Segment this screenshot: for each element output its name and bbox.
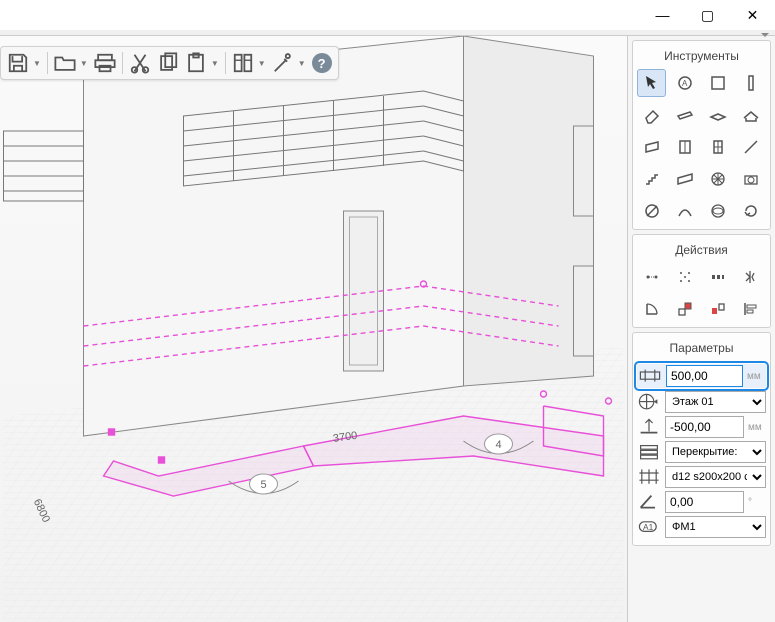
thickness-input[interactable] — [666, 365, 743, 387]
open-button[interactable] — [54, 52, 76, 74]
stretch-action[interactable] — [704, 295, 733, 323]
select-tool[interactable] — [637, 69, 666, 97]
paste-dropdown-icon[interactable]: ▼ — [211, 59, 219, 68]
param-mark-row: A1 ФМ1 — [637, 516, 766, 538]
param-rebar-row: d12 s200x200 c — [637, 466, 766, 488]
params-panel: Параметры мм Этаж 01 мм Перекрытие: — [632, 332, 771, 546]
array-action[interactable] — [670, 263, 699, 291]
right-sidebar: Инструменты A — [627, 36, 775, 622]
type-select[interactable]: Перекрытие: — [665, 441, 766, 463]
print-button[interactable] — [94, 52, 116, 74]
separator — [225, 52, 226, 74]
slab-tool[interactable] — [704, 101, 733, 129]
rebar-select[interactable]: d12 s200x200 c — [665, 466, 766, 488]
param-angle-row: ° — [637, 491, 766, 513]
floor-select[interactable]: Этаж 01 — [665, 391, 766, 413]
stair-tool[interactable] — [637, 165, 666, 193]
ramp-tool[interactable] — [670, 165, 699, 193]
maximize-button[interactable]: ▢ — [685, 0, 730, 30]
eraser-tool[interactable] — [637, 101, 666, 129]
window-titlebar: — ▢ ✕ — [0, 0, 775, 30]
tools-panel: Инструменты A — [632, 40, 771, 230]
mirror-action[interactable] — [737, 263, 766, 291]
layers-button[interactable] — [232, 52, 254, 74]
params-panel-title: Параметры — [637, 337, 766, 361]
rebar-icon — [637, 466, 661, 488]
tools-panel-title: Инструменты — [637, 45, 766, 69]
elevation-icon — [637, 416, 661, 438]
curve-tool[interactable] — [670, 197, 699, 225]
minimize-button[interactable]: — — [640, 0, 685, 30]
unit-mm: мм — [747, 371, 765, 382]
close-button[interactable]: ✕ — [730, 0, 775, 30]
wall-tool[interactable] — [704, 69, 733, 97]
thickness-icon — [638, 365, 662, 387]
roof-tool[interactable] — [737, 101, 766, 129]
save-dropdown-icon[interactable]: ▼ — [33, 59, 41, 68]
settings-button[interactable] — [272, 52, 294, 74]
viewport-3d[interactable]: ▼ ▼ ▼ ▼ — [0, 36, 627, 622]
rotate-tool[interactable] — [737, 197, 766, 225]
separator — [122, 52, 123, 74]
line-tool[interactable] — [737, 133, 766, 161]
param-type-row: Перекрытие: — [637, 441, 766, 463]
align-action[interactable] — [737, 295, 766, 323]
actions-panel-title: Действия — [637, 239, 766, 263]
rotate-action[interactable] — [637, 295, 666, 323]
beam-tool[interactable] — [670, 101, 699, 129]
mesh-tool[interactable] — [704, 165, 733, 193]
unit-mm: мм — [748, 422, 766, 433]
open-dropdown-icon[interactable]: ▼ — [80, 59, 88, 68]
cut-button[interactable] — [129, 52, 151, 74]
distribute-action[interactable] — [704, 263, 733, 291]
svg-text:A1: A1 — [643, 523, 654, 533]
building-model: 5 4 3700 6800 — [0, 36, 627, 622]
unit-degree: ° — [748, 497, 766, 508]
door-tool[interactable] — [704, 133, 733, 161]
section-tool[interactable] — [637, 197, 666, 225]
help-button[interactable]: ? — [312, 53, 332, 73]
floor-icon — [637, 391, 661, 413]
type-icon — [637, 441, 661, 463]
opening-tool[interactable] — [637, 133, 666, 161]
angle-icon — [637, 491, 661, 513]
copy-button[interactable] — [157, 52, 179, 74]
param-floor-row: Этаж 01 — [637, 391, 766, 413]
mark-icon: A1 — [637, 516, 661, 538]
svg-text:A: A — [682, 79, 688, 88]
main-area: ▼ ▼ ▼ ▼ — [0, 36, 775, 622]
mark-select[interactable]: ФМ1 — [665, 516, 766, 538]
grid-tool[interactable] — [704, 197, 733, 225]
layers-dropdown-icon[interactable]: ▼ — [258, 59, 266, 68]
save-button[interactable] — [7, 52, 29, 74]
main-toolbar: ▼ ▼ ▼ ▼ — [0, 46, 339, 80]
annotation-tool[interactable]: A — [670, 69, 699, 97]
paste-button[interactable] — [185, 52, 207, 74]
elevation-input[interactable] — [665, 416, 744, 438]
param-elevation-row: мм — [637, 416, 766, 438]
separator — [47, 52, 48, 74]
scale-action[interactable] — [670, 295, 699, 323]
param-thickness-row: мм — [637, 364, 766, 388]
angle-input[interactable] — [665, 491, 744, 513]
axis-bubble-4: 4 — [496, 439, 502, 451]
column-tool[interactable] — [737, 69, 766, 97]
window-tool[interactable] — [670, 133, 699, 161]
actions-panel: Действия — [632, 234, 771, 328]
move-action[interactable] — [637, 263, 666, 291]
camera-tool[interactable] — [737, 165, 766, 193]
settings-dropdown-icon[interactable]: ▼ — [298, 59, 306, 68]
axis-bubble-5: 5 — [261, 479, 267, 491]
